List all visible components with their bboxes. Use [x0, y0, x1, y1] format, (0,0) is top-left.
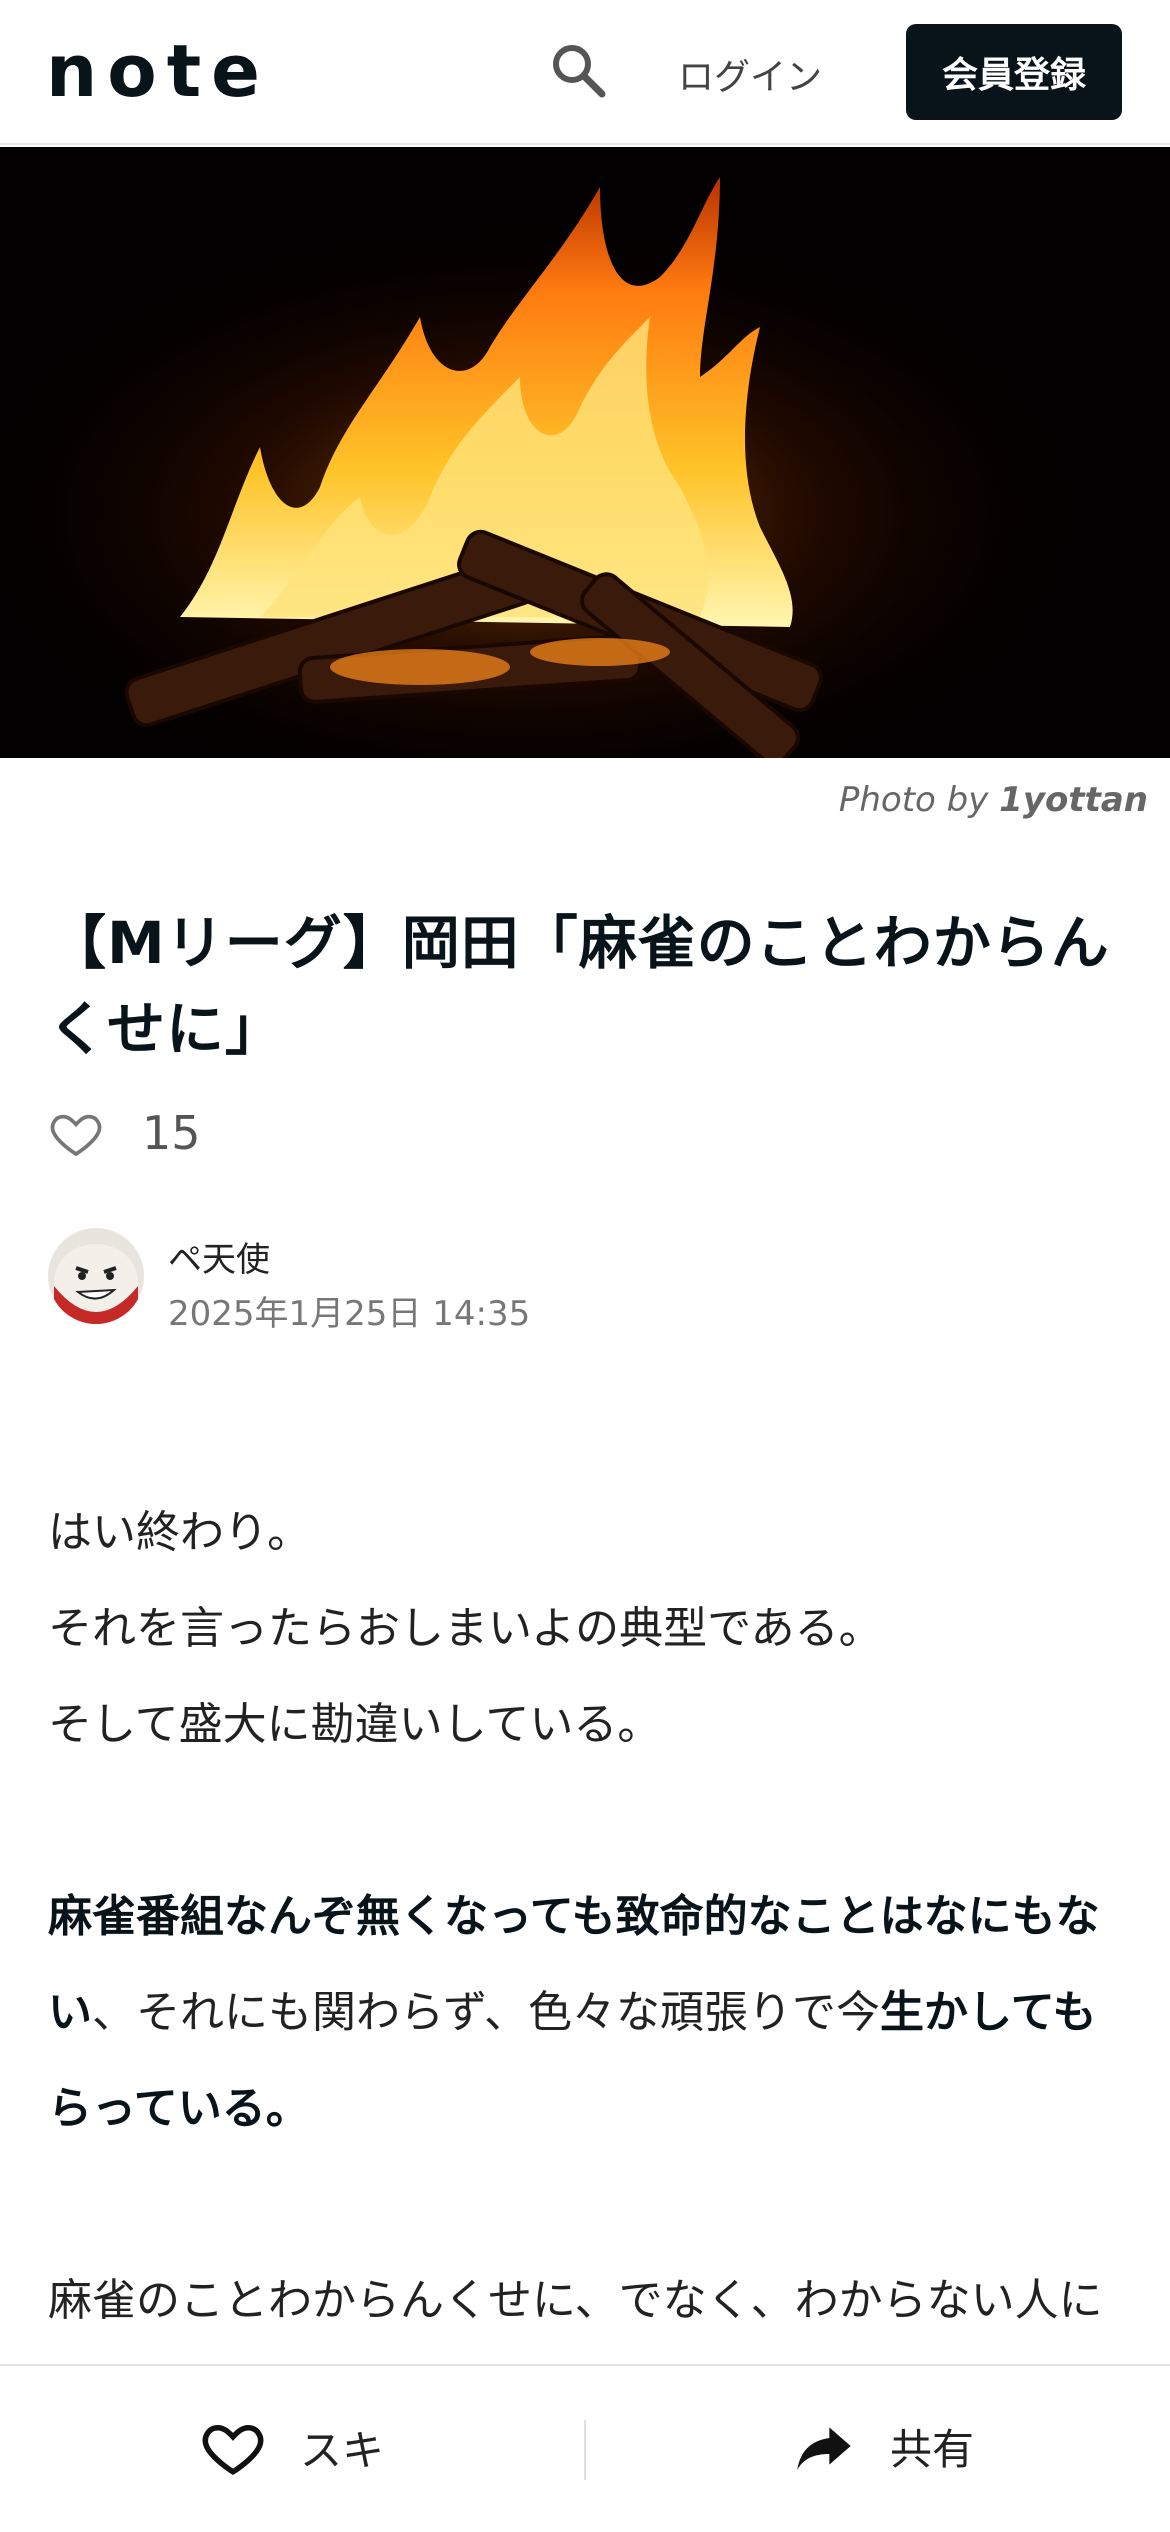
- paragraph: 麻雀番組なんぞ無くなっても致命的なことはなにもない、それにも関わらず、色々な頑張…: [48, 1869, 1128, 2157]
- signup-button[interactable]: 会員登録: [906, 24, 1122, 120]
- avatar[interactable]: [48, 1228, 144, 1324]
- share-button[interactable]: 共有: [792, 2414, 974, 2478]
- author-name[interactable]: ペ天使: [168, 1232, 270, 1281]
- photo-credit-author[interactable]: 1yottan: [999, 780, 1148, 820]
- photo-credit-prefix: Photo by: [838, 780, 989, 820]
- photo-credit: Photo by 1yottan: [839, 780, 1148, 820]
- like-summary: 15: [48, 1105, 201, 1161]
- heart-icon[interactable]: [48, 1105, 104, 1161]
- search-icon[interactable]: [548, 40, 608, 100]
- divider: [584, 2420, 586, 2480]
- heart-icon: [202, 2424, 264, 2475]
- paragraph-line: そして盛大に勘違いしている。: [48, 1699, 662, 1750]
- paragraph-line: それを言ったらおしまいよの典型である。: [48, 1603, 883, 1654]
- paragraph-line: はい終わり。: [48, 1507, 312, 1558]
- note-logo[interactable]: note: [46, 36, 336, 106]
- share-button-label: 共有: [890, 2424, 975, 2474]
- publish-date: 2025年1月25日 14:35: [168, 1294, 531, 1334]
- svg-text:note: note: [46, 36, 270, 106]
- share-icon: [797, 2427, 851, 2470]
- bottom-action-bar: スキ 共有: [0, 2364, 1170, 2532]
- site-header: note ログイン 会員登録: [0, 0, 1170, 145]
- like-count: 15: [142, 1106, 201, 1160]
- like-button[interactable]: スキ: [200, 2414, 384, 2480]
- hero-image: [0, 147, 1170, 758]
- login-link[interactable]: ログイン: [678, 48, 822, 100]
- article-title: 【Mリーグ】岡田「麻雀のことわからんくせに」: [48, 909, 1110, 1063]
- normal-text: 、それにも関わらず、色々な頑張りで今: [92, 1987, 881, 2038]
- like-button-label: スキ: [300, 2425, 385, 2475]
- article-body: はい終わり。 それを言ったらおしまいよの典型である。 そして盛大に勘違いしている…: [48, 1485, 1128, 2445]
